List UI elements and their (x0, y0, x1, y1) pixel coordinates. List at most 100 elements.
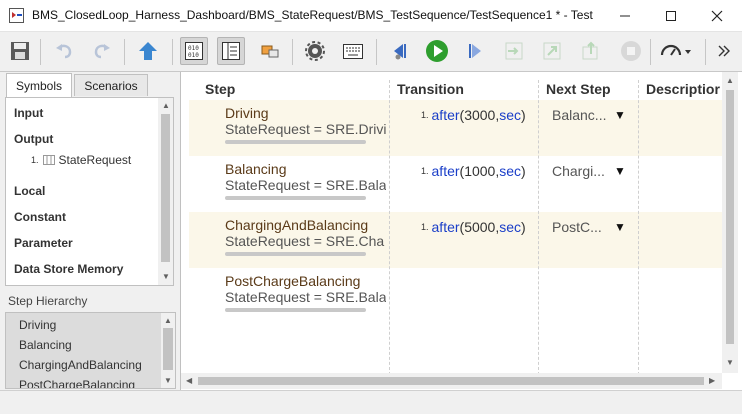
more-button[interactable] (712, 37, 736, 65)
scroll-right-icon[interactable]: ▶ (709, 376, 715, 386)
highlight-button[interactable] (256, 37, 284, 65)
dropdown-arrow-icon[interactable]: ▼ (614, 108, 626, 122)
close-button[interactable] (694, 0, 740, 32)
dropdown-arrow-icon[interactable]: ▼ (614, 220, 626, 234)
symbol-group-constant[interactable]: Constant (14, 210, 66, 224)
step-name[interactable]: Balancing (225, 161, 287, 177)
transition-condition[interactable]: 1. after(3000,sec) (421, 107, 526, 123)
symbol-label: StateRequest (58, 153, 132, 167)
next-step-select[interactable]: Chargi... (552, 163, 605, 179)
step-name[interactable]: ChargingAndBalancing (225, 217, 368, 233)
column-divider[interactable] (389, 80, 390, 375)
step-forward-button[interactable] (461, 37, 489, 65)
column-header-next-step[interactable]: Next Step (546, 81, 611, 97)
maximize-button[interactable] (648, 0, 694, 32)
hierarchy-item-post-charge-balancing[interactable]: PostChargeBalancing (19, 378, 135, 388)
status-bar (0, 390, 742, 414)
hierarchy-item-driving[interactable]: Driving (19, 318, 56, 332)
save-button[interactable] (6, 37, 34, 65)
settings-button[interactable] (301, 37, 329, 65)
next-step-select[interactable]: PostC... (552, 219, 602, 235)
undo-button[interactable] (50, 37, 78, 65)
redo-button[interactable] (88, 37, 116, 65)
scroll-up-icon[interactable]: ▲ (164, 316, 172, 326)
column-header-transition[interactable]: Transition (397, 81, 464, 97)
tab-scenarios[interactable]: Scenarios (74, 74, 148, 96)
keyboard-button[interactable] (339, 37, 367, 65)
scroll-thumb[interactable] (726, 90, 734, 344)
scroll-thumb[interactable] (163, 328, 173, 370)
scroll-down-icon[interactable]: ▼ (164, 376, 172, 386)
close-icon (711, 10, 723, 22)
window-title: BMS_ClosedLoop_Harness_Dashboard/BMS_Sta… (32, 8, 594, 22)
dropdown-arrow-icon[interactable]: ▼ (614, 164, 626, 178)
symbol-group-parameter[interactable]: Parameter (14, 236, 73, 250)
hierarchy-scrollbar[interactable]: ▲ ▼ (161, 313, 175, 388)
up-level-icon (139, 42, 157, 60)
step-back-button[interactable] (386, 37, 414, 65)
svg-text:010: 010 (188, 52, 199, 59)
scroll-down-icon[interactable]: ▼ (726, 358, 734, 368)
maximize-icon (666, 11, 676, 21)
column-divider[interactable] (538, 80, 539, 375)
scroll-up-icon[interactable]: ▲ (162, 101, 170, 111)
table-vertical-scrollbar[interactable]: ▲ ▼ (722, 72, 738, 373)
left-pane: Symbols Scenarios Input Output 1. StateR… (0, 72, 179, 390)
step-action[interactable]: StateRequest = SRE.Bala (225, 177, 386, 193)
step-in-button[interactable] (500, 37, 528, 65)
step-action[interactable]: StateRequest = SRE.Bala (225, 289, 386, 305)
minimize-button[interactable] (602, 0, 648, 32)
symbol-table-button[interactable]: 010 010 (180, 37, 208, 65)
table-row[interactable]: PostChargeBalancing StateRequest = SRE.B… (189, 268, 723, 324)
step-name[interactable]: PostChargeBalancing (225, 273, 360, 289)
table-row[interactable]: ChargingAndBalancing StateRequest = SRE.… (189, 212, 723, 268)
stop-button[interactable] (617, 37, 645, 65)
data-symbol-icon (42, 155, 55, 165)
step-name[interactable]: Driving (225, 105, 269, 121)
table-row[interactable]: Balancing StateRequest = SRE.Bala 1. afte… (189, 156, 723, 212)
settings-icon (305, 41, 325, 61)
scroll-left-icon[interactable]: ◀ (186, 376, 192, 386)
column-divider[interactable] (638, 80, 639, 375)
gauge-button[interactable] (657, 37, 695, 65)
undo-icon (56, 44, 72, 59)
table-horizontal-scrollbar[interactable]: ◀ ▶ (181, 373, 722, 389)
run-button[interactable] (423, 37, 451, 65)
symbols-scrollbar[interactable]: ▲ ▼ (158, 98, 173, 285)
redo-icon (94, 44, 110, 59)
symbol-table-icon: 010010 (185, 42, 203, 60)
hierarchy-item-charging-and-balancing[interactable]: ChargingAndBalancing (19, 358, 142, 372)
step-action[interactable]: StateRequest = SRE.Drivi (225, 121, 386, 137)
symbol-group-data-store-memory[interactable]: Data Store Memory (14, 262, 123, 276)
hierarchy-item-balancing[interactable]: Balancing (19, 338, 72, 352)
symbol-output-staterequest[interactable]: 1. StateRequest (31, 153, 131, 167)
data-pane-icon (222, 42, 240, 60)
data-pane-button[interactable] (217, 37, 245, 65)
scroll-thumb[interactable] (198, 377, 704, 385)
symbol-group-input[interactable]: Input (14, 106, 43, 120)
symbol-group-output[interactable]: Output (14, 132, 53, 146)
step-table: Step Transition Next Step Descriptior Dr… (180, 72, 742, 390)
step-resize-bar (225, 308, 366, 312)
run-icon (426, 40, 448, 62)
toolbar: 010 010 (0, 32, 742, 72)
scroll-down-icon[interactable]: ▼ (162, 272, 170, 282)
symbol-group-local[interactable]: Local (14, 184, 45, 198)
transition-condition[interactable]: 1. after(1000,sec) (421, 163, 526, 179)
tab-symbols[interactable]: Symbols (6, 73, 72, 97)
table-row[interactable]: Driving StateRequest = SRE.Drivi 1. after… (189, 100, 723, 156)
next-step-select[interactable]: Balanc... (552, 107, 606, 123)
up-level-button[interactable] (134, 37, 162, 65)
step-forward-icon (469, 44, 481, 58)
column-header-step[interactable]: Step (205, 81, 235, 97)
transition-condition[interactable]: 1. after(5000,sec) (421, 219, 526, 235)
scroll-up-icon[interactable]: ▲ (726, 76, 734, 86)
scroll-thumb[interactable] (161, 114, 170, 262)
symbol-index: 1. (31, 155, 39, 165)
step-out-button[interactable] (577, 37, 605, 65)
step-over-button[interactable] (538, 37, 566, 65)
column-header-description[interactable]: Descriptior (646, 81, 720, 97)
step-action[interactable]: StateRequest = SRE.Cha (225, 233, 386, 249)
stop-icon (621, 41, 641, 61)
keyboard-icon (343, 44, 363, 59)
